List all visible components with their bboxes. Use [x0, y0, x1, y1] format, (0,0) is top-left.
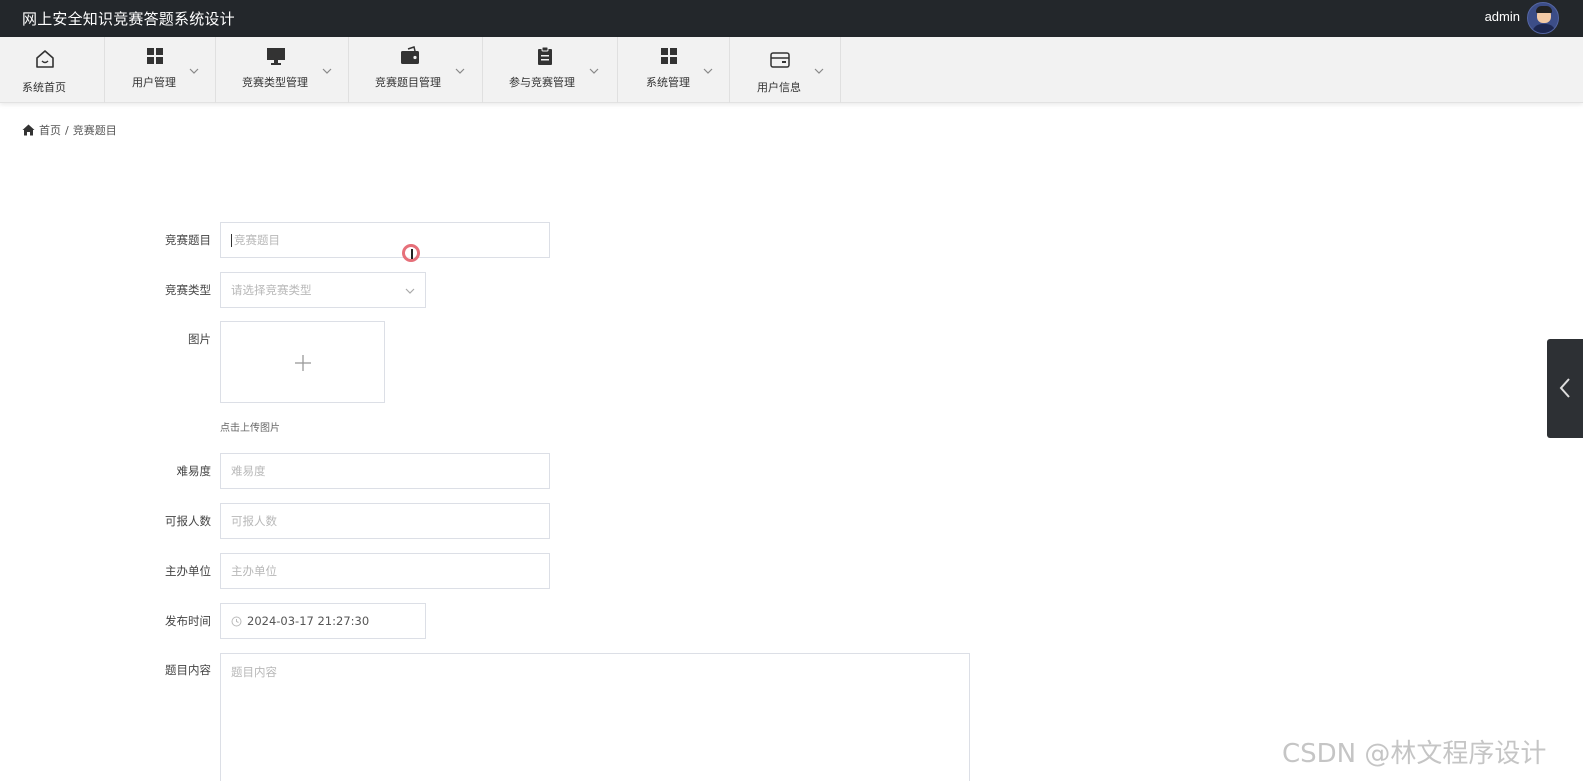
chevron-down-icon	[814, 68, 824, 74]
top-bar: 网上安全知识竞赛答题系统设计 admin	[0, 0, 1583, 37]
clipboard-icon	[538, 46, 552, 65]
chevron-left-icon	[1559, 378, 1570, 398]
side-panel-toggle[interactable]	[1547, 339, 1583, 438]
nav-item-contest-types[interactable]: 竞赛类型管理	[216, 37, 349, 103]
nav-item-users[interactable]: 用户管理	[105, 37, 216, 103]
content-textarea[interactable]: 题目内容	[220, 653, 970, 781]
plus-icon	[295, 355, 311, 371]
grid-icon	[661, 48, 677, 64]
type-select[interactable]: 请选择竞赛类型	[220, 272, 426, 308]
breadcrumb: 首页 / 竞赛题目	[22, 122, 117, 138]
type-label: 竞赛类型	[165, 283, 211, 297]
content-label: 题目内容	[165, 663, 211, 677]
chevron-down-icon	[455, 68, 465, 74]
publish-time-picker[interactable]: 2024-03-17 21:27:30	[220, 603, 426, 639]
organizer-label: 主办单位	[165, 564, 211, 578]
capacity-label: 可报人数	[165, 514, 211, 528]
title-input[interactable]: 竞赛题目	[220, 222, 550, 258]
nav-item-contest-questions[interactable]: 竞赛题目管理	[349, 37, 483, 103]
card-icon	[770, 52, 790, 68]
nav-label: 参与竞赛管理	[509, 76, 575, 89]
difficulty-label: 难易度	[176, 464, 212, 478]
upload-hint: 点击上传图片	[220, 423, 280, 434]
nav-label: 系统首页	[22, 81, 66, 94]
chevron-down-icon	[322, 68, 332, 74]
chevron-down-icon	[703, 68, 713, 74]
capacity-placeholder: 可报人数	[231, 514, 277, 528]
nav-item-user-info[interactable]: 用户信息	[730, 37, 841, 103]
app-title: 网上安全知识竞赛答题系统设计	[22, 10, 235, 28]
home-icon[interactable]	[22, 124, 35, 136]
breadcrumb-separator: /	[65, 123, 69, 137]
content-placeholder: 题目内容	[231, 665, 277, 679]
avatar[interactable]	[1527, 2, 1559, 34]
nav-label: 用户管理	[132, 76, 176, 89]
nav-item-system[interactable]: 系统管理	[618, 37, 730, 103]
clock-icon	[231, 616, 242, 626]
nav-label: 竞赛类型管理	[242, 76, 308, 89]
mouse-cursor-highlight	[402, 244, 420, 262]
chevron-down-icon	[405, 288, 415, 294]
type-placeholder: 请选择竞赛类型	[231, 283, 312, 297]
username-label[interactable]: admin	[1485, 9, 1520, 24]
text-caret	[231, 233, 232, 247]
nav-item-participation[interactable]: 参与竞赛管理	[483, 37, 618, 103]
nav-label: 系统管理	[646, 76, 690, 89]
nav-label: 竞赛题目管理	[375, 76, 441, 89]
grid-icon	[147, 48, 163, 64]
publish-time-value: 2024-03-17 21:27:30	[247, 614, 370, 628]
breadcrumb-home[interactable]: 首页	[39, 122, 61, 138]
chevron-down-icon	[189, 68, 199, 74]
watermark: CSDN @林文程序设计	[1282, 739, 1547, 769]
main-nav: 系统首页 用户管理 竞赛类型管理 竞赛题目管理 参与竞赛管理 系统管理 用户信息	[0, 37, 1583, 103]
publish-time-label: 发布时间	[165, 614, 211, 628]
monitor-icon	[267, 48, 285, 65]
title-placeholder: 竞赛题目	[234, 233, 280, 247]
wallet-icon	[401, 46, 419, 64]
breadcrumb-current: 竞赛题目	[72, 124, 117, 137]
organizer-input[interactable]: 主办单位	[220, 553, 550, 589]
organizer-placeholder: 主办单位	[231, 564, 277, 578]
difficulty-input[interactable]: 难易度	[220, 453, 550, 489]
difficulty-placeholder: 难易度	[231, 464, 266, 478]
image-upload[interactable]	[220, 321, 385, 403]
nav-label: 用户信息	[757, 81, 801, 94]
title-label: 竞赛题目	[165, 233, 211, 247]
chevron-down-icon	[589, 68, 599, 74]
nav-item-home[interactable]: 系统首页	[0, 37, 105, 103]
home-icon	[36, 50, 54, 68]
image-label: 图片	[188, 332, 211, 346]
capacity-input[interactable]: 可报人数	[220, 503, 550, 539]
